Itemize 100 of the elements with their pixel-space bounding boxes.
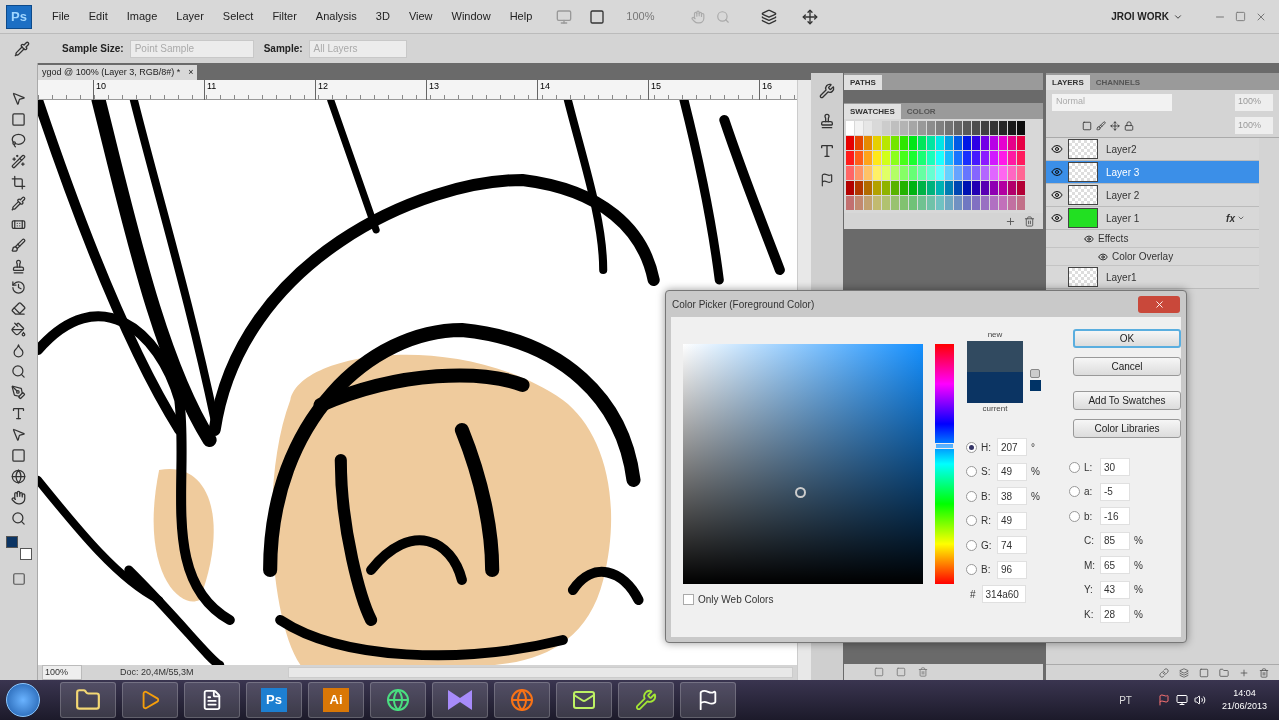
taskbar-button[interactable] [60,682,116,718]
radio-button[interactable] [966,515,977,527]
lock-move-icon[interactable] [1110,120,1120,131]
radio-button[interactable] [966,441,977,453]
network-icon[interactable] [1175,694,1188,706]
dialog-button[interactable]: Cancel [1073,357,1181,376]
move-tool-icon[interactable] [11,91,26,106]
eraser-tool-icon[interactable] [11,301,26,316]
hue-slider[interactable] [935,344,954,584]
close-button[interactable] [1138,295,1180,313]
dodge-tool-icon[interactable] [11,364,26,379]
workspace-switcher[interactable]: JROI WORK [1111,9,1183,24]
menu-item[interactable]: File [43,8,79,25]
value-field[interactable]: -16 [1100,507,1130,526]
value-field[interactable]: 49 [997,462,1027,481]
lock-brush-icon[interactable] [1096,120,1106,131]
delete-path-icon[interactable] [918,667,928,677]
menu-item[interactable]: View [399,8,442,25]
value-field[interactable]: 49 [997,511,1027,530]
layer-row[interactable]: Layer1 [1046,266,1259,289]
clock-time[interactable]: 14:04 [1233,686,1256,700]
eyedropper-icon[interactable] [14,40,30,57]
radio-button[interactable] [966,564,977,576]
new-layer-icon[interactable] [1239,667,1249,678]
menu-item[interactable]: Filter [263,8,306,25]
type-tool-icon[interactable] [11,406,26,421]
panel-tab[interactable]: LAYERS [1046,75,1090,90]
dialog-button[interactable]: Color Libraries [1073,419,1181,438]
value-field[interactable]: 43 [1100,580,1130,599]
menu-item[interactable]: Window [442,8,500,25]
wand-tool-icon[interactable] [11,154,26,169]
taskbar-button[interactable]: Ps [246,682,302,718]
value-field[interactable]: 96 [997,560,1027,579]
background-swatch[interactable] [19,548,32,560]
menu-item[interactable]: Analysis [306,8,366,25]
shape-tool-icon[interactable] [11,448,26,463]
menu-item[interactable]: Select [213,8,263,25]
crop-tool-icon[interactable] [11,175,26,190]
clone-source-icon[interactable] [819,113,835,129]
hue-slider-thumb[interactable] [935,443,954,449]
taskbar-button[interactable] [122,682,178,718]
radio-button[interactable] [966,539,977,551]
taskbar-button[interactable] [370,682,426,718]
pen-tool-icon[interactable] [11,385,26,400]
current-color-swatch[interactable] [967,372,1023,403]
taskbar-button[interactable] [680,682,736,718]
path-select-icon[interactable] [11,427,26,442]
panel-tab[interactable]: PATHS [844,75,882,90]
radio-button[interactable] [1069,510,1080,522]
link-icon[interactable] [1159,667,1169,678]
value-field[interactable]: 28 [1100,605,1130,624]
extras-icon[interactable] [802,8,819,25]
history-brush-icon[interactable] [11,280,26,295]
checkbox[interactable] [683,594,694,605]
radio-button[interactable] [966,490,977,502]
layer-row[interactable]: Layer 1 fx [1046,207,1259,230]
taskbar-button[interactable] [618,682,674,718]
hand-tool-icon[interactable] [11,490,26,505]
eyedropper-tool-icon[interactable] [11,196,26,211]
layer-row[interactable]: Layer2 [1046,138,1259,161]
menu-item[interactable]: Image [117,8,167,25]
quick-mask-icon[interactable] [11,572,26,586]
value-field[interactable]: 207 [997,438,1027,457]
eye-icon[interactable] [1098,251,1108,262]
color-field[interactable] [683,344,923,584]
layer-style-icon[interactable] [1179,667,1189,678]
flag-icon[interactable] [1157,694,1170,706]
taskbar-button[interactable] [556,682,612,718]
delete-icon[interactable] [1024,215,1035,227]
screen-mode-icon[interactable] [589,8,606,25]
document-tab[interactable]: ygod @ 100% (Layer 3, RGB/8#) * × [38,65,198,80]
value-field[interactable]: 30 [1100,458,1130,477]
value-field[interactable]: 38 [997,487,1027,506]
web-safe-swatch[interactable] [1030,380,1041,391]
new-swatch-icon[interactable] [1005,215,1016,227]
arrange-icon[interactable] [761,8,778,25]
character-icon[interactable] [819,143,835,159]
bucket-tool-icon[interactable] [11,322,26,337]
3d-rotate-icon[interactable] [11,469,26,484]
lock-pixels-icon[interactable] [1082,120,1092,131]
blur-tool-icon[interactable] [11,343,26,358]
eye-icon[interactable] [1051,189,1063,201]
radio-button[interactable] [966,466,977,478]
menu-item[interactable]: Layer [167,8,213,25]
radio-button[interactable] [1069,486,1080,498]
paragraph-icon[interactable] [820,173,834,187]
menu-item[interactable]: 3D [366,8,399,25]
lock-icon[interactable] [1124,120,1134,131]
menu-item[interactable]: Edit [79,8,117,25]
start-button[interactable] [6,683,40,717]
clock-date[interactable]: 21/06/2013 [1221,700,1267,714]
foreground-swatch[interactable] [5,536,18,548]
mask-icon[interactable] [1199,667,1209,678]
radio-button[interactable] [1069,461,1080,473]
effects-badge[interactable]: fx [1226,210,1245,226]
eye-icon[interactable] [1084,233,1094,244]
tab-close-button[interactable]: × [188,65,194,80]
marquee-tool-icon[interactable] [11,112,26,127]
value-field[interactable]: 74 [997,536,1027,555]
menu-item[interactable]: Help [500,8,542,25]
